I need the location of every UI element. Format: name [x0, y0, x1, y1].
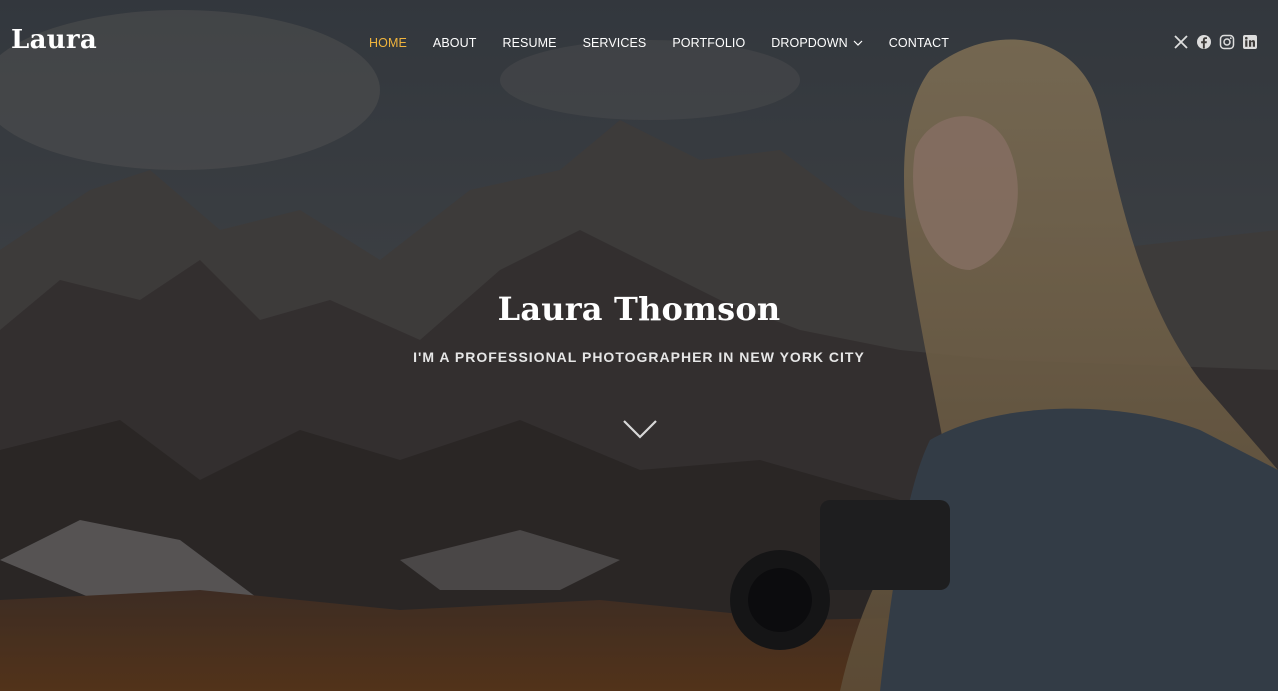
nav-item-label: DROPDOWN: [771, 36, 848, 50]
nav-item-label: HOME: [369, 36, 407, 50]
nav-item-home[interactable]: HOME: [369, 36, 407, 50]
nav-item-label: ABOUT: [432, 36, 477, 50]
hero-title: Laura Thomson: [497, 290, 781, 328]
x-twitter-icon[interactable]: [1173, 34, 1189, 50]
instagram-icon[interactable]: [1219, 34, 1235, 50]
nav-item-services[interactable]: SERVICES: [583, 36, 647, 50]
nav-item-label: SERVICES: [582, 36, 647, 50]
nav-item-contact[interactable]: CONTACT: [889, 36, 949, 50]
nav-item-portfolio[interactable]: PORTFOLIO: [672, 36, 745, 50]
social-links: [1173, 34, 1258, 50]
chevron-down-icon: [853, 40, 863, 46]
site-header: Laura HOME ABOUT RESUME SERVICES PORTFOL…: [0, 0, 1278, 86]
site-logo[interactable]: Laura: [11, 25, 97, 55]
main-nav: HOME ABOUT RESUME SERVICES PORTFOLIO DRO…: [369, 36, 975, 50]
hero-subtitle: I'M A PROFESSIONAL PHOTOGRAPHER IN NEW Y…: [413, 349, 865, 365]
chevron-down-icon: [623, 420, 657, 439]
nav-item-dropdown[interactable]: DROPDOWN: [771, 36, 863, 50]
linkedin-icon[interactable]: [1242, 34, 1258, 50]
nav-item-resume[interactable]: RESUME: [502, 36, 556, 50]
facebook-icon[interactable]: [1196, 34, 1212, 50]
nav-item-label: CONTACT: [888, 36, 949, 50]
nav-item-about[interactable]: ABOUT: [433, 36, 477, 50]
nav-item-label: PORTFOLIO: [672, 36, 746, 50]
hero-overlay: [0, 0, 1278, 691]
scroll-down-button[interactable]: [622, 418, 658, 440]
nav-item-label: RESUME: [502, 36, 557, 50]
